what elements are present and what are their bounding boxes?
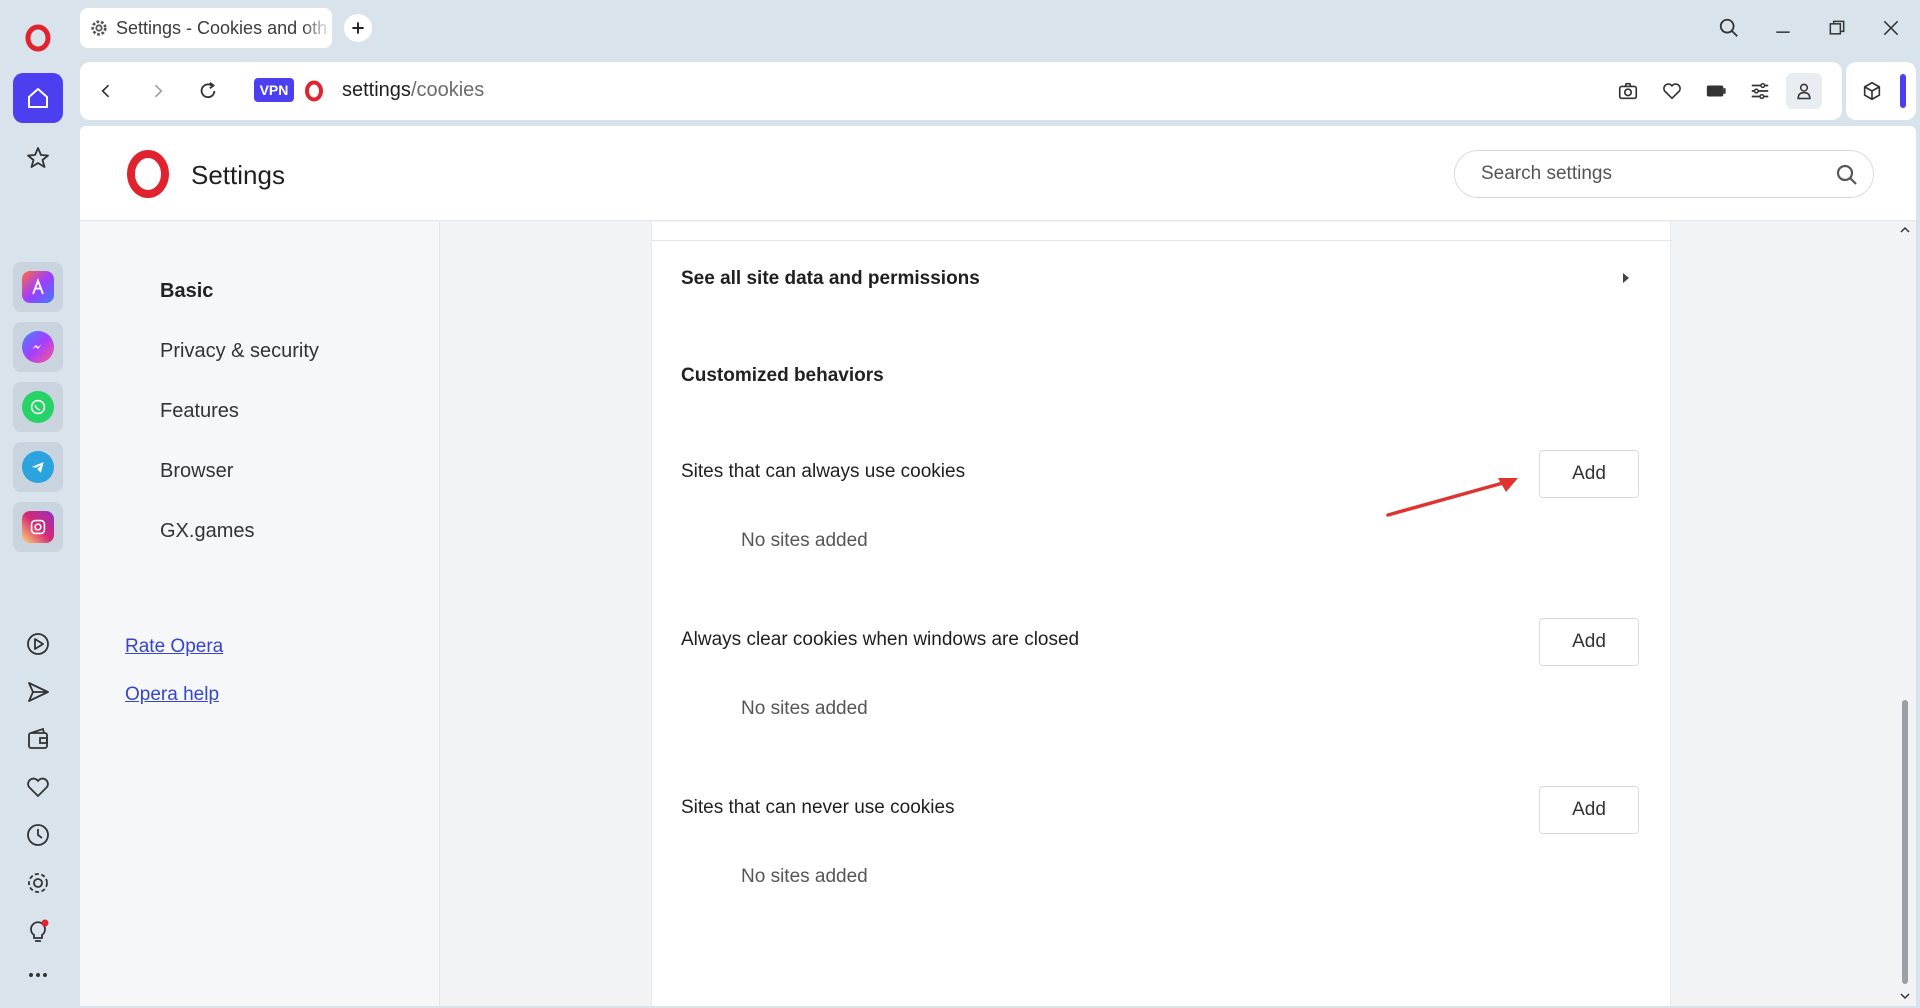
camera-icon[interactable] xyxy=(1614,77,1642,105)
chevron-right-icon xyxy=(154,84,163,98)
chevron-right-icon xyxy=(1623,273,1629,283)
telegram-icon[interactable] xyxy=(13,442,63,492)
add-always-allow-button[interactable]: Add xyxy=(1539,450,1639,498)
opera-logo-icon[interactable] xyxy=(13,13,63,63)
lightbulb-icon[interactable] xyxy=(13,906,63,956)
wallet-icon[interactable] xyxy=(13,714,63,764)
opera-help-link[interactable]: Opera help xyxy=(125,684,219,706)
restore-button[interactable] xyxy=(1823,14,1851,42)
see-all-site-data-label: See all site data and permissions xyxy=(681,268,980,289)
vpn-badge[interactable]: VPN xyxy=(254,78,294,102)
back-button[interactable] xyxy=(92,77,120,105)
address-bar: VPN settings/cookies xyxy=(80,62,1842,120)
scroll-up-icon[interactable] xyxy=(1899,224,1911,236)
page-scrollbar[interactable] xyxy=(1896,222,1916,1008)
settings-page: Settings Basic Privacy & security Featur… xyxy=(80,126,1916,1006)
search-icon xyxy=(1719,18,1738,37)
scroll-thumb[interactable] xyxy=(1902,700,1908,984)
gear-icon[interactable] xyxy=(13,858,63,908)
heart-icon[interactable] xyxy=(1658,77,1686,105)
search-tabs-button[interactable] xyxy=(1715,14,1743,42)
settings-nav: Basic Privacy & security Features Browse… xyxy=(80,222,440,1006)
gear-icon xyxy=(91,20,107,36)
add-clear-on-exit-button[interactable]: Add xyxy=(1539,618,1639,666)
always-allow-empty-text: No sites added xyxy=(741,530,868,551)
clear-on-exit-empty-text: No sites added xyxy=(741,698,868,719)
rate-opera-link[interactable]: Rate Opera xyxy=(125,636,223,658)
extensions-area xyxy=(1846,62,1916,120)
close-window-button[interactable] xyxy=(1877,14,1905,42)
easy-setup-icon[interactable] xyxy=(1746,77,1774,105)
add-never-allow-button[interactable]: Add xyxy=(1539,786,1639,834)
minimize-icon xyxy=(1776,31,1790,33)
nav-item-browser[interactable]: Browser xyxy=(160,460,233,483)
nav-item-features[interactable]: Features xyxy=(160,400,239,423)
aria-icon[interactable] xyxy=(13,262,63,312)
url-path: /cookies xyxy=(410,79,485,101)
active-tab[interactable]: Settings - Cookies and other site data xyxy=(80,8,332,48)
messenger-icon[interactable] xyxy=(13,322,63,372)
player-icon[interactable] xyxy=(13,619,63,669)
never-allow-cookies-label: Sites that can never use cookies xyxy=(681,797,955,818)
home-icon[interactable] xyxy=(13,73,63,123)
search-input[interactable] xyxy=(1481,161,1821,187)
nav-item-basic[interactable]: Basic xyxy=(160,280,213,303)
minimize-button[interactable] xyxy=(1769,14,1797,42)
cube-icon[interactable] xyxy=(1858,77,1886,105)
never-allow-empty-text: No sites added xyxy=(741,866,868,887)
restore-icon xyxy=(1829,20,1845,35)
profile-icon[interactable] xyxy=(1786,73,1822,109)
opera-logo-icon xyxy=(305,80,323,102)
heart-icon[interactable] xyxy=(13,762,63,812)
page-title: Settings xyxy=(191,160,285,190)
new-tab-button[interactable] xyxy=(344,14,372,42)
star-icon[interactable] xyxy=(13,133,63,183)
plus-icon xyxy=(352,22,364,34)
whatsapp-icon[interactable] xyxy=(13,382,63,432)
close-icon xyxy=(1883,20,1899,36)
cookies-card: See all site data and permissions Custom… xyxy=(651,222,1672,1006)
annotation-arrow xyxy=(1386,478,1518,517)
search-icon xyxy=(1836,164,1857,185)
customized-behaviors-heading: Customized behaviors xyxy=(681,365,884,386)
scroll-down-icon[interactable] xyxy=(1899,990,1911,1002)
reload-icon xyxy=(200,82,216,99)
clear-on-exit-label: Always clear cookies when windows are cl… xyxy=(681,629,1080,650)
forward-button[interactable] xyxy=(144,77,172,105)
sidebar-indicator xyxy=(1900,74,1906,108)
sidebar xyxy=(0,0,76,1008)
url-text[interactable]: settings/cookies xyxy=(342,79,484,102)
nav-item-gx-games[interactable]: GX.games xyxy=(160,520,254,543)
see-all-site-data-row[interactable]: See all site data and permissions xyxy=(652,241,1672,317)
opera-logo-icon xyxy=(127,150,169,198)
search-settings[interactable] xyxy=(1454,150,1874,198)
always-allow-cookies-label: Sites that can always use cookies xyxy=(681,461,966,482)
nav-item-privacy-security[interactable]: Privacy & security xyxy=(160,340,319,363)
reload-button[interactable] xyxy=(194,77,222,105)
battery-icon[interactable] xyxy=(1702,77,1730,105)
chevron-left-icon xyxy=(101,84,110,98)
settings-header: Settings xyxy=(80,126,1916,221)
url-host: settings xyxy=(342,79,411,101)
instagram-icon[interactable] xyxy=(13,502,63,552)
send-icon[interactable] xyxy=(13,667,63,717)
more-icon[interactable] xyxy=(13,950,63,1000)
history-icon[interactable] xyxy=(13,810,63,860)
tab-title: Settings - Cookies and other site data xyxy=(116,17,326,38)
